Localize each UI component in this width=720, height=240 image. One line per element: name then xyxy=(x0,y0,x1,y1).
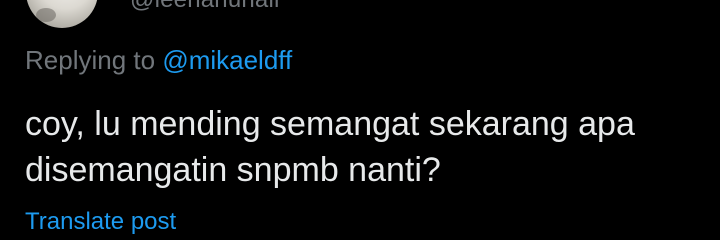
post-text: coy, lu mending semangat sekarang apa di… xyxy=(25,101,705,193)
author-handle[interactable]: @leenanunair xyxy=(130,0,282,14)
post-text-line: disemangatin snpmb nanti? xyxy=(25,151,441,189)
avatar-detail xyxy=(36,8,56,22)
avatar[interactable] xyxy=(26,0,98,28)
translate-post-link[interactable]: Translate post xyxy=(25,208,176,236)
replying-to-label: Replying to xyxy=(25,45,156,75)
post-text-line: coy, lu mending semangat sekarang apa xyxy=(25,105,635,143)
reply-mention-link[interactable]: @mikaeldff xyxy=(162,45,292,75)
replying-to-line: Replying to @mikaeldff xyxy=(25,45,292,76)
